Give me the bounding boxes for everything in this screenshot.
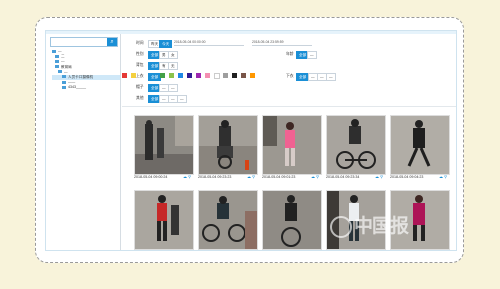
card-actions[interactable]: ☁ ⚲ [311,174,319,179]
result-photo[interactable] [262,190,322,250]
search-icon: ⌕ [110,39,114,45]
color-swatch[interactable] [250,73,255,78]
divider [122,106,456,107]
upper-color-label: 上衣 [136,74,144,78]
color-swatch[interactable] [241,73,246,78]
color-swatch[interactable] [122,73,127,78]
bag-option[interactable]: 无 [168,61,178,70]
search-button[interactable]: ⌕ [107,38,117,46]
result-card[interactable]: 2018-05-04 09:23:23 ☁ ⚲ [198,115,258,181]
camera-icon [62,75,66,79]
tree-node-label: — [61,59,65,64]
gender-label: 性别 [136,52,144,56]
folder-icon [55,59,59,63]
result-card[interactable]: 2018-05-04 09:00:24 ☁ ⚲ [134,115,194,181]
filter-row-time: 时间 昨天 今天 2018-05-04 00:00:00 2018-05-04 … [122,38,456,48]
color-swatch[interactable] [131,73,136,78]
result-photo[interactable] [198,190,258,250]
hat-label: 帽子 [136,85,144,89]
watermark-text: 中国报 [354,216,409,237]
color-swatch[interactable] [205,73,210,78]
search-input[interactable] [52,38,104,46]
tree-node-label: 4343_____ [68,85,86,90]
result-card[interactable] [134,190,194,256]
end-time-field[interactable]: 2018-05-04 23:59:59 [252,40,312,46]
tree-node[interactable]: 4343_____ [52,85,120,90]
color-swatch[interactable] [232,73,237,78]
tree-node-label: 人员卡口摄像机 [68,74,94,79]
other-label: 其他 [136,96,144,100]
gender-option[interactable]: 女 [168,50,178,59]
result-card[interactable]: 2018-05-04 09:23:34 ☁ ⚲ [326,115,386,181]
bag-label: 背包 [136,63,144,67]
filter-row-gender: 性别 全部 男 女 年龄 全部 — [122,49,456,59]
color-swatch[interactable] [223,73,228,78]
color-swatch[interactable] [160,73,165,78]
color-swatch[interactable] [169,73,174,78]
result-photo[interactable] [134,190,194,250]
card-actions[interactable]: ☁ ⚲ [375,174,383,179]
time-option-selected[interactable]: 今天 [159,39,173,48]
result-photo[interactable] [326,115,386,175]
filter-row-bag: 背包 全部 有 无 [122,60,456,70]
capture-time: 2018-05-04 09:01:23 [262,175,296,179]
time-label: 时间 [136,41,144,45]
color-swatch[interactable] [178,73,183,78]
tree-node-label: 二 [61,54,65,59]
color-swatch[interactable] [187,73,192,78]
lower-color-option[interactable]: — [326,72,336,81]
result-photo[interactable] [134,115,194,175]
capture-time: 2018-05-04 09:00:24 [134,175,168,179]
filter-row-color: 上衣 全部 下衣 全部 — — — [122,71,456,81]
folder-icon [55,65,59,69]
lower-color-label: 下衣 [286,74,294,78]
age-option[interactable]: — [307,50,317,59]
capture-time: 2018-05-04 09:04:23 [390,175,424,179]
tree-node-label: — [58,49,62,53]
filter-row-other: 其他 全部 — — — [122,93,456,103]
result-photo[interactable] [198,115,258,175]
watermark-seal-icon [330,215,352,238]
watermark: 中国报 [330,211,409,238]
tree-node-label: 教育局 [61,64,72,69]
tree-node-label: —— [68,80,76,85]
other-option[interactable]: — [177,94,187,103]
folder-icon [55,54,59,58]
result-photo[interactable] [262,115,322,175]
tree-node-label: — [64,69,68,74]
result-card[interactable] [198,190,258,256]
result-card[interactable] [262,190,322,256]
color-swatch[interactable] [214,73,220,79]
camera-icon [62,85,66,89]
folder-icon [58,70,62,74]
start-time-field[interactable]: 2018-05-04 00:00:00 [174,40,244,46]
result-card[interactable]: 2018-05-04 09:01:23 ☁ ⚲ [262,115,322,181]
folder-icon [52,49,56,53]
result-photo[interactable] [390,115,450,175]
color-swatch[interactable] [196,73,201,78]
camera-icon [62,80,66,84]
capture-time: 2018-05-04 09:23:34 [326,175,360,179]
capture-time: 2018-05-04 09:23:23 [198,175,232,179]
device-tree: — 二 — 教育局 — 人员卡口摄像机 —— 4343_____ [52,49,120,91]
filter-row-hat: 帽子 全部 — — [122,82,456,92]
hat-option[interactable]: — [168,83,178,92]
age-label: 年龄 [286,52,294,56]
device-search: ⌕ [50,37,118,47]
result-card[interactable]: 2018-05-04 09:04:23 ☁ ⚲ [390,115,450,181]
device-sidebar: ⌕ — 二 — 教育局 — 人员卡口摄像机 —— 4343_____ [46,34,121,250]
card-actions[interactable]: ☁ ⚲ [439,174,447,179]
card-actions[interactable]: ☁ ⚲ [183,174,191,179]
card-actions[interactable]: ☁ ⚲ [247,174,255,179]
